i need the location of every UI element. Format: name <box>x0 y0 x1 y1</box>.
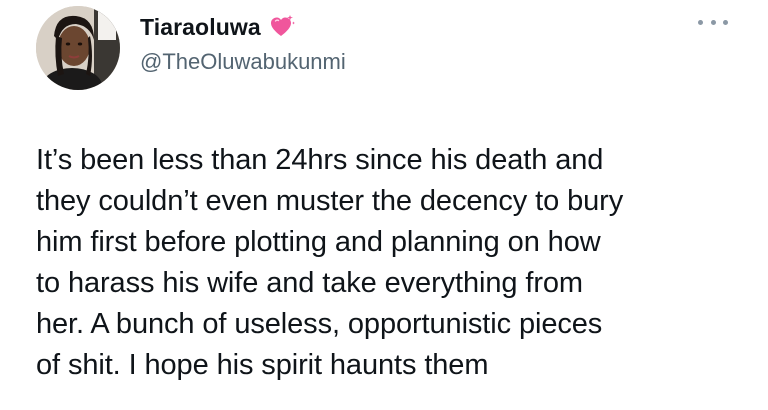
author-names: Tiaraoluwa @TheOluwabukunmi <box>140 6 346 75</box>
tweet-text: It’s been less than 24hrs since his deat… <box>36 144 624 381</box>
more-options-icon[interactable] <box>698 16 728 28</box>
tweet-header: Tiaraoluwa @TheOluwabukunmi <box>36 6 346 90</box>
user-handle[interactable]: @TheOluwabukunmi <box>140 49 346 75</box>
display-name[interactable]: Tiaraoluwa <box>140 14 261 41</box>
avatar-image <box>36 6 120 90</box>
dot-icon <box>723 19 728 25</box>
sparkling-heart-icon <box>269 14 295 40</box>
avatar[interactable] <box>36 6 120 90</box>
dot-icon <box>710 19 716 25</box>
dot-icon <box>698 19 703 25</box>
tweet-card: Tiaraoluwa @TheOluwabukunmi It’s been le… <box>0 0 768 410</box>
display-name-row[interactable]: Tiaraoluwa <box>140 11 346 43</box>
